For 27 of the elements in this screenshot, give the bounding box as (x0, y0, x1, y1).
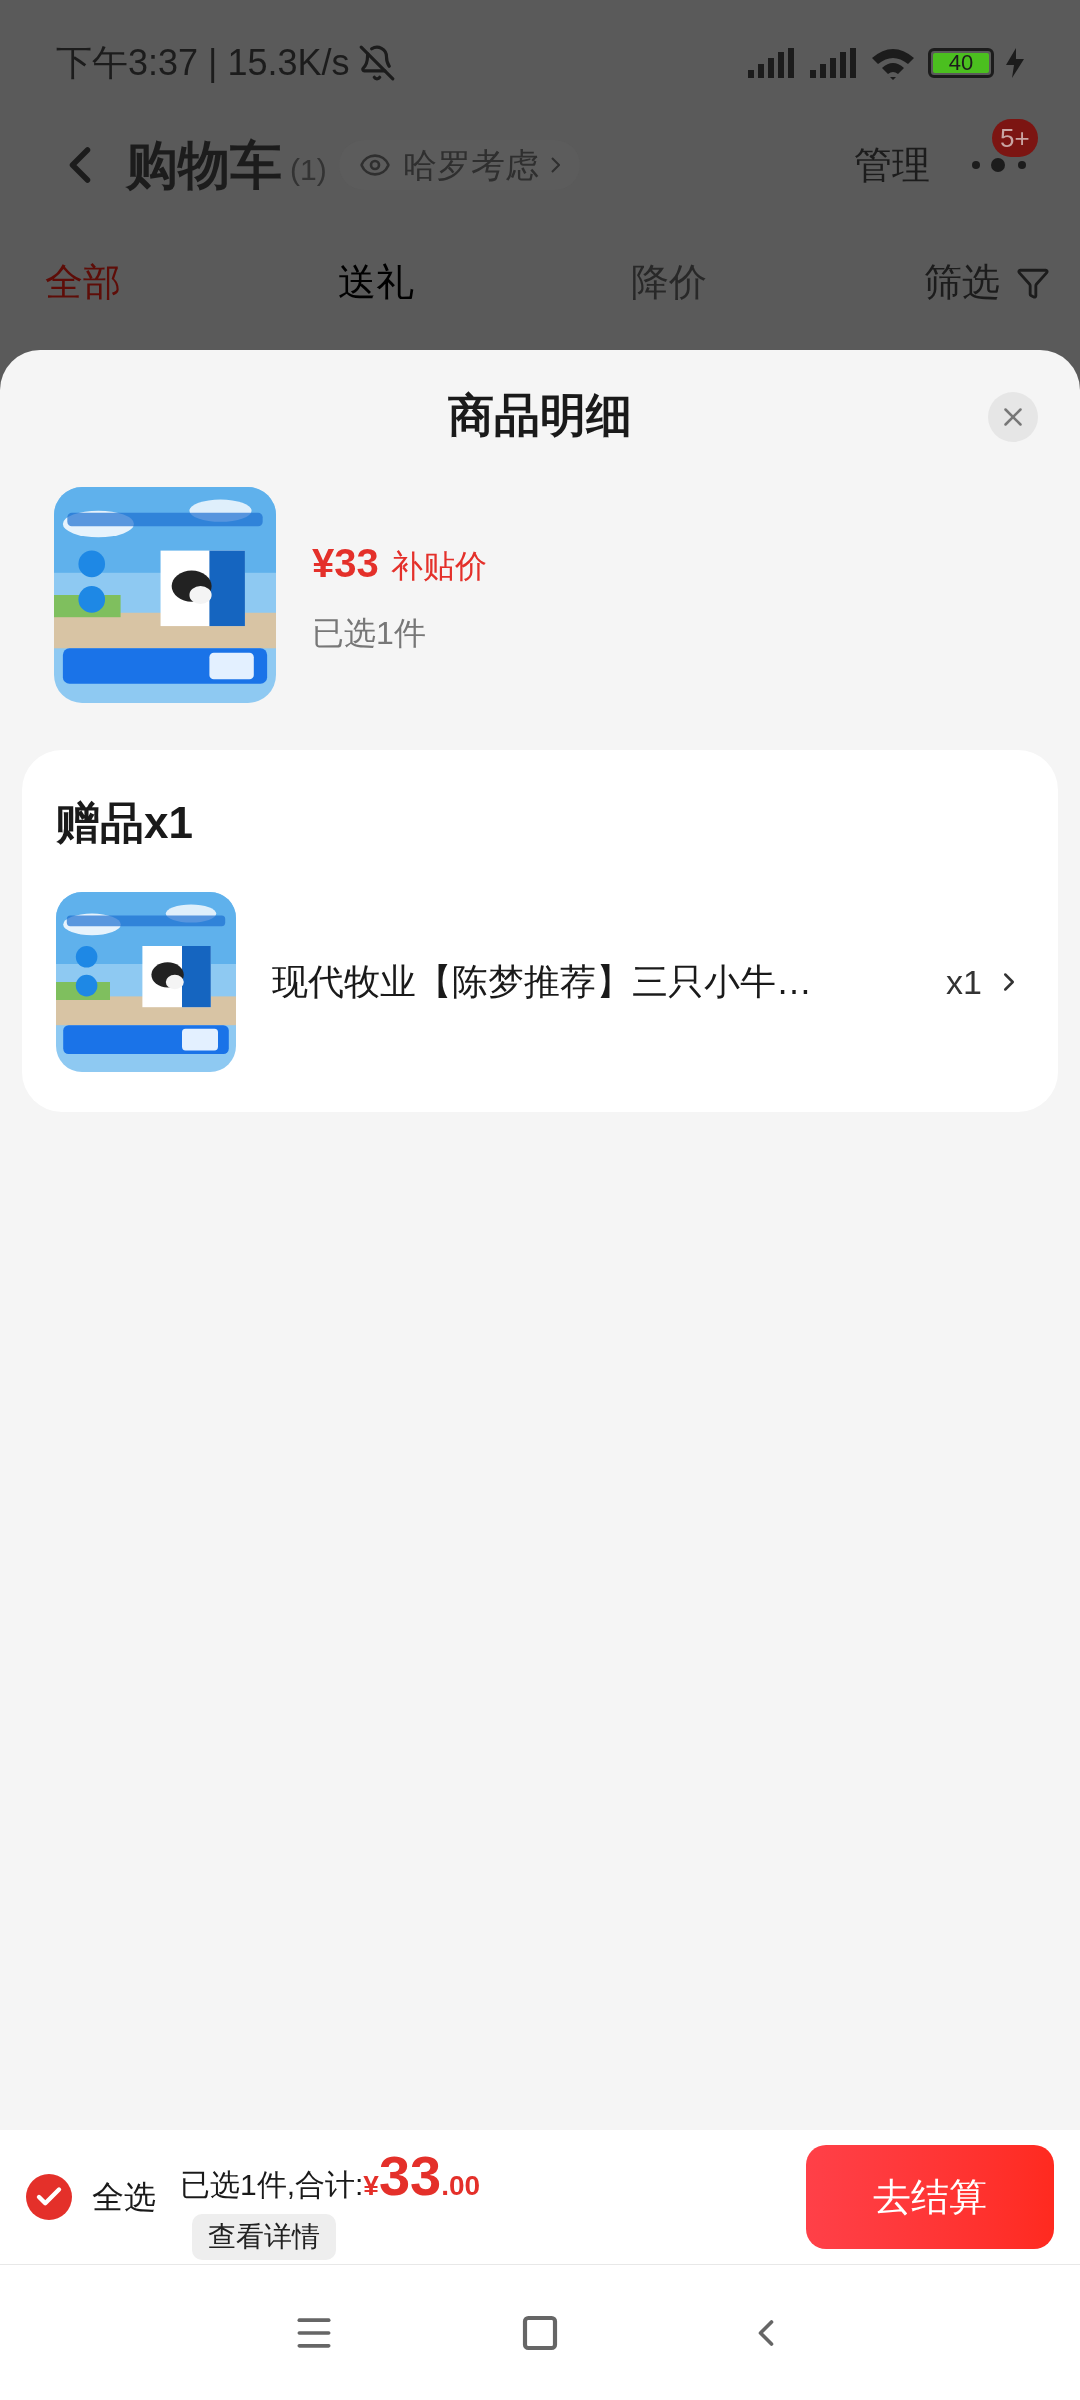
gift-title: 赠品x1 (56, 797, 194, 849)
summary-text: 已选1件,合计: (180, 2167, 364, 2203)
checkout-button[interactable]: 去结算 (806, 2145, 1054, 2249)
sheet-title: 商品明细 (448, 387, 632, 443)
charging-icon (1006, 47, 1024, 78)
total-price: ¥33.00 (363, 2143, 481, 2209)
filter-button[interactable]: 筛选 (924, 254, 1050, 311)
price-tag: 补贴价 (390, 542, 487, 590)
gift-name: 现代牧业【陈梦推荐】三只小牛… (272, 960, 812, 1004)
gift-quantity: x1 (946, 961, 982, 1003)
page-title: 购物车 (126, 135, 282, 196)
signal-icon (808, 45, 858, 80)
status-time: 下午3:37 | 15.3K/s (56, 40, 350, 85)
battery-level: 40 (948, 51, 974, 74)
product-price: ¥33 (312, 540, 379, 587)
select-all-label: 全选 (92, 2178, 156, 2217)
signal-icon (746, 45, 796, 80)
close-button[interactable] (988, 392, 1038, 442)
notification-badge: 5+ (992, 119, 1038, 157)
select-all-checkbox[interactable] (26, 2174, 72, 2220)
manage-button[interactable]: 管理 (854, 136, 930, 194)
details-button[interactable]: 查看详情 (192, 2214, 336, 2260)
bell-off-icon (357, 43, 396, 82)
tab[interactable]: 送礼 (338, 254, 414, 311)
chevron-icon (550, 157, 560, 173)
tab[interactable]: 全部 (45, 254, 121, 311)
selected-count: 已选1件 (312, 614, 427, 653)
